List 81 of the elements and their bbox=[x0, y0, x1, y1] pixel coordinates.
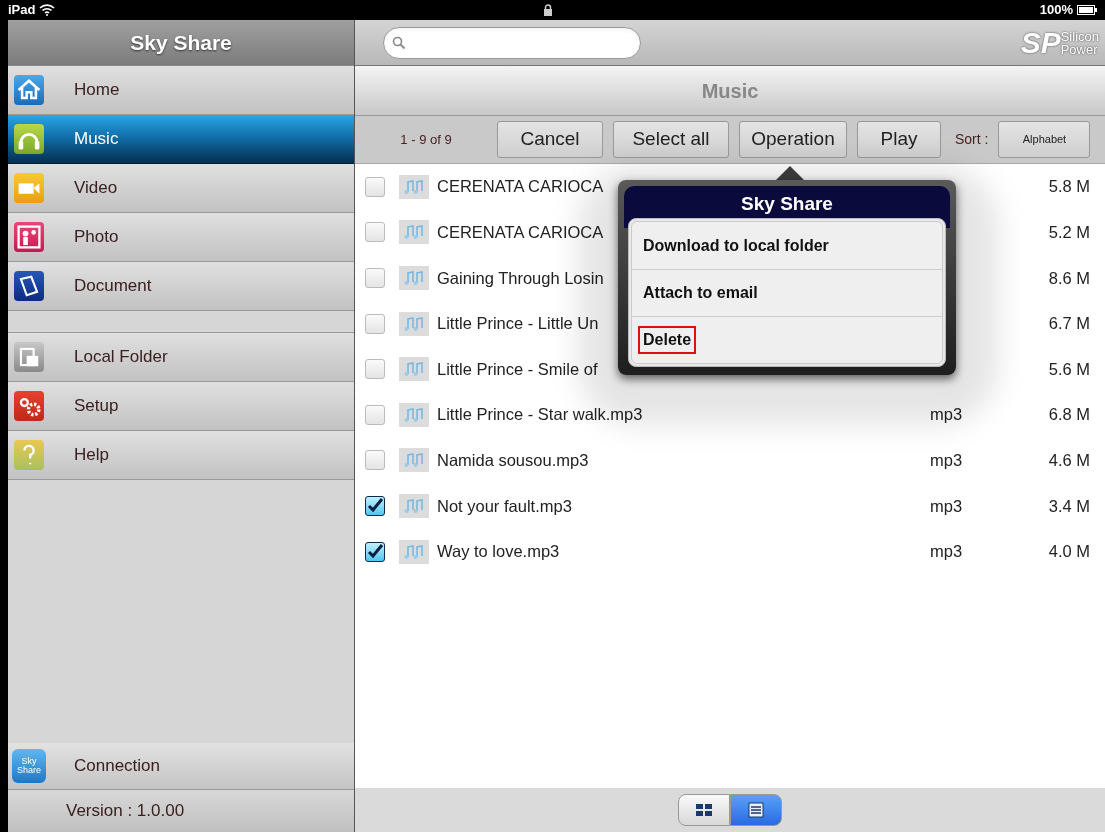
music-note-icon bbox=[399, 493, 429, 518]
file-name: Not your fault.mp3 bbox=[437, 495, 572, 517]
house-icon bbox=[14, 75, 44, 105]
file-size: 5.6 M bbox=[1047, 358, 1090, 380]
music-note-icon bbox=[399, 220, 429, 245]
sidebar-item[interactable]: Setup bbox=[8, 382, 354, 431]
music-note-icon bbox=[399, 357, 429, 382]
checkbox[interactable] bbox=[365, 495, 385, 516]
music-note-icon bbox=[399, 539, 429, 564]
checkbox[interactable] bbox=[365, 404, 385, 425]
search-field[interactable] bbox=[383, 26, 641, 59]
file-size: 3.4 M bbox=[1047, 495, 1090, 517]
checkbox[interactable] bbox=[365, 268, 385, 288]
sidebar-item[interactable]: Local Folder bbox=[8, 333, 354, 382]
sidebar-item[interactable]: Home bbox=[8, 66, 354, 115]
checkbox[interactable] bbox=[365, 450, 385, 471]
sort-label: Sort : bbox=[955, 130, 989, 149]
sort-dropdown[interactable]: Alphabet bbox=[998, 121, 1091, 158]
file-name: Little Prince - Little Un bbox=[437, 313, 599, 335]
lock-icon bbox=[542, 4, 553, 16]
checkbox[interactable] bbox=[365, 541, 385, 562]
music-note-icon bbox=[399, 311, 429, 336]
checkbox[interactable] bbox=[365, 176, 385, 197]
menu-option[interactable]: Attach to email bbox=[640, 281, 761, 305]
file-name: Little Prince - Star walk.mp3 bbox=[437, 404, 643, 426]
battery-icon bbox=[1077, 5, 1097, 15]
menu-option[interactable]: Delete bbox=[640, 328, 695, 352]
music-note-icon bbox=[399, 266, 429, 290]
sidebar-item[interactable]: Document bbox=[8, 262, 354, 311]
device-name: iPad bbox=[8, 1, 36, 20]
checkbox[interactable] bbox=[365, 222, 385, 243]
picture-icon bbox=[14, 222, 44, 252]
question-mark-icon bbox=[14, 440, 44, 470]
page-title: Music bbox=[355, 66, 1105, 116]
music-note-icon bbox=[399, 402, 429, 427]
sidebar-item[interactable]: Music bbox=[8, 115, 354, 164]
file-size: 4.6 M bbox=[1047, 450, 1090, 471]
sidebar-title: Sky Share bbox=[8, 20, 354, 66]
file-size: 5.8 M bbox=[1047, 176, 1090, 198]
file-size: 6.7 M bbox=[1047, 313, 1090, 335]
grid-view-icon bbox=[694, 801, 714, 819]
list-view-icon bbox=[746, 801, 766, 819]
file-type: mp3 bbox=[930, 450, 964, 471]
file-name: Way to love.mp3 bbox=[437, 541, 560, 563]
view-toggle-button[interactable] bbox=[678, 794, 730, 826]
sidebar-item[interactable]: Video bbox=[8, 164, 354, 213]
file-name: CERENATA CARIOCA bbox=[437, 176, 604, 198]
item-count: 1 - 9 of 9 bbox=[399, 130, 453, 149]
sidebar-item[interactable]: Help bbox=[8, 431, 354, 480]
music-note-icon bbox=[399, 174, 429, 199]
file-name: Gaining Through Losin bbox=[437, 267, 604, 289]
file-size: 5.2 M bbox=[1047, 222, 1090, 243]
file-name: CERENATA CARIOCA bbox=[437, 222, 604, 243]
battery-percent: 100% bbox=[1039, 1, 1073, 20]
toolbar-button[interactable]: Operation bbox=[739, 121, 847, 158]
headphones-icon bbox=[14, 124, 44, 154]
popover-title: Sky Share bbox=[741, 192, 833, 216]
file-type: mp3 bbox=[930, 495, 964, 517]
search-icon bbox=[392, 35, 406, 50]
menu-option[interactable]: Download to local folder bbox=[640, 233, 832, 258]
checkbox[interactable] bbox=[365, 359, 385, 380]
music-note-icon bbox=[399, 448, 429, 473]
toolbar-button[interactable]: Select all bbox=[613, 121, 729, 158]
file-type: mp3 bbox=[930, 541, 964, 563]
file-size: 4.0 M bbox=[1047, 541, 1090, 563]
app-logo-icon: Sky Share bbox=[12, 749, 46, 783]
sidebar-item[interactable]: Photo bbox=[8, 213, 354, 262]
toolbar-button[interactable]: Play bbox=[857, 121, 941, 158]
connection-item[interactable]: Sky Share Connection bbox=[8, 743, 354, 790]
version-label: Version : 1.0.00 bbox=[66, 800, 185, 823]
camera-icon bbox=[14, 173, 44, 203]
wifi-icon bbox=[39, 4, 56, 16]
gears-icon bbox=[14, 391, 44, 421]
file-name: Namida sousou.mp3 bbox=[437, 450, 589, 471]
file-name: Little Prince - Smile of bbox=[437, 358, 598, 380]
view-toggle-button[interactable] bbox=[730, 794, 782, 826]
checkbox[interactable] bbox=[365, 313, 385, 334]
file-size: 6.8 M bbox=[1047, 404, 1090, 426]
file-size: 8.6 M bbox=[1047, 267, 1090, 289]
toolbar-button[interactable]: Cancel bbox=[497, 121, 603, 158]
file-type: mp3 bbox=[930, 404, 964, 426]
